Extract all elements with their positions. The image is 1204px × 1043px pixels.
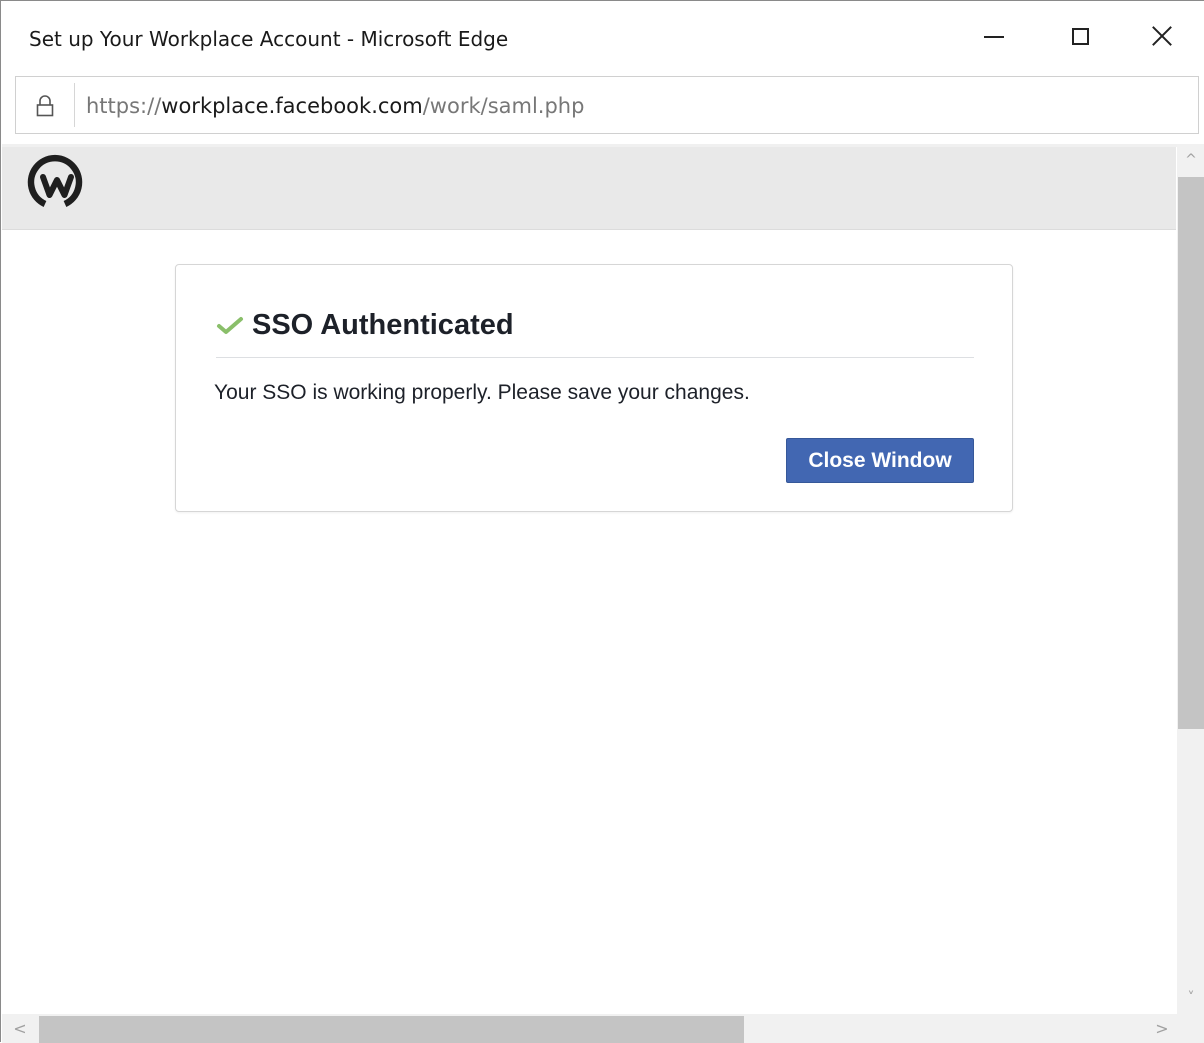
- maximize-button[interactable]: [1037, 1, 1123, 75]
- workplace-logo-icon[interactable]: [26, 153, 88, 215]
- address-divider: [74, 83, 75, 127]
- horizontal-scrollbar[interactable]: < >: [2, 1014, 1204, 1043]
- browser-window: Set up Your Workplace Account - Microsof…: [0, 0, 1204, 1043]
- maximize-icon: [1071, 27, 1089, 45]
- card-title-row: SSO Authenticated: [216, 305, 514, 345]
- checkmark-icon: [217, 317, 243, 334]
- card-title: SSO Authenticated: [252, 308, 514, 341]
- title-bar[interactable]: Set up Your Workplace Account - Microsof…: [1, 1, 1204, 75]
- sso-result-card: SSO Authenticated Your SSO is working pr…: [175, 264, 1013, 512]
- lock-icon: [36, 95, 54, 117]
- scroll-left-arrow-icon[interactable]: <: [6, 1014, 34, 1043]
- vertical-scrollbar[interactable]: ^ ˅: [1177, 144, 1204, 1014]
- site-header: [2, 147, 1176, 230]
- url-host: workplace.facebook.com: [161, 94, 423, 118]
- page-viewport: SSO Authenticated Your SSO is working pr…: [2, 144, 1204, 1043]
- horizontal-scroll-thumb[interactable]: [39, 1016, 744, 1043]
- url-scheme: https://: [86, 94, 162, 118]
- vertical-scroll-thumb[interactable]: [1178, 177, 1204, 729]
- url-path: /work/saml.php: [422, 94, 585, 118]
- close-icon: [1151, 25, 1173, 47]
- card-divider: [216, 357, 974, 358]
- address-bar[interactable]: https://workplace.facebook.com/work/saml…: [15, 76, 1199, 134]
- card-message: Your SSO is working properly. Please sav…: [214, 381, 750, 404]
- scroll-down-arrow-icon[interactable]: ˅: [1177, 984, 1204, 1012]
- minimize-button[interactable]: [951, 1, 1037, 75]
- close-button[interactable]: [1119, 1, 1204, 75]
- minimize-icon: [984, 36, 1004, 38]
- url-text[interactable]: https://workplace.facebook.com/work/saml…: [86, 94, 584, 118]
- close-window-button[interactable]: Close Window: [786, 438, 974, 483]
- scroll-up-arrow-icon[interactable]: ^: [1177, 146, 1204, 174]
- scroll-right-arrow-icon[interactable]: >: [1148, 1014, 1176, 1043]
- window-title: Set up Your Workplace Account - Microsof…: [29, 27, 509, 51]
